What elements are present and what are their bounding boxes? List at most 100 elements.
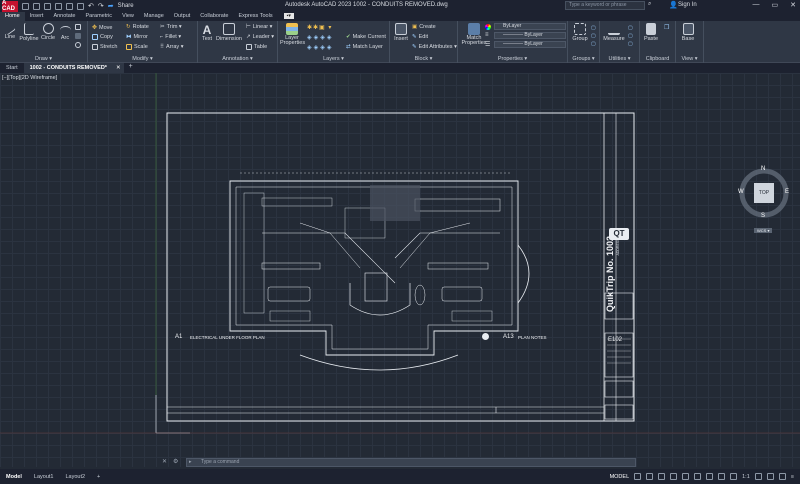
tab-insert[interactable]: Insert	[25, 12, 49, 21]
layout-tab-model[interactable]: Model	[0, 474, 28, 480]
cloud-icon[interactable]	[66, 2, 73, 10]
layer-state-icons[interactable]: ✱✱▣ ▾	[307, 24, 332, 31]
fillet-tool[interactable]: ⌐ Fillet ▾	[160, 34, 181, 40]
lineweight-toggle-icon[interactable]	[706, 473, 714, 480]
maximize-icon[interactable]: ▭	[772, 1, 779, 9]
tab-start[interactable]: Start	[0, 63, 24, 73]
redo-icon[interactable]: ↷	[98, 2, 104, 10]
rotate-tool[interactable]: ↻ Rotate	[126, 24, 149, 30]
selection-cycling-icon[interactable]	[718, 473, 726, 480]
draw-panel-title[interactable]: Draw ▾	[0, 56, 87, 62]
autocad-logo[interactable]: A CAD	[2, 0, 18, 12]
linetype-select[interactable]: ———— ByLayer	[494, 32, 566, 39]
ribbon-toggle-icon[interactable]: ▪▾	[283, 13, 294, 19]
plot-icon[interactable]	[77, 2, 84, 10]
model-space-toggle[interactable]: MODEL	[610, 474, 630, 480]
copy-clip-icon[interactable]: ❐	[664, 24, 669, 31]
sign-in-button[interactable]: Sign In	[678, 2, 697, 8]
open-icon[interactable]	[33, 2, 40, 10]
wcs-menu[interactable]: WCS ▾	[754, 228, 773, 233]
tab-output[interactable]: Output	[169, 12, 196, 21]
tab-view[interactable]: View	[117, 12, 139, 21]
color-wheel-icon[interactable]	[485, 24, 491, 30]
layer-tools-icons-row1[interactable]: ◈◈◈◈	[307, 34, 333, 41]
groups-panel-title[interactable]: Groups ▾	[568, 56, 599, 62]
base-tool[interactable]: Base	[678, 23, 698, 42]
polar-toggle-icon[interactable]	[670, 473, 678, 480]
tab-collaborate[interactable]: Collaborate	[195, 12, 233, 21]
text-tool[interactable]: A Text	[201, 23, 213, 42]
lineweight-icon[interactable]: ☰	[485, 41, 490, 48]
annotation-visibility-icon[interactable]	[730, 473, 738, 480]
isolate-objects-icon[interactable]	[766, 473, 774, 480]
hatch-icon[interactable]	[75, 33, 81, 39]
customize-menu-icon[interactable]: ≡	[791, 474, 794, 480]
workspace-gear-icon[interactable]	[754, 473, 762, 480]
trim-tool[interactable]: ✂ Trim ▾	[160, 24, 182, 30]
viewcube-top-face[interactable]: TOP	[754, 183, 774, 203]
layout-tab-layout1[interactable]: Layout1	[28, 474, 60, 480]
add-layout-icon[interactable]: +	[91, 474, 106, 480]
drawing-viewport[interactable]: [−][Top][2D Wireframe] QuikTrip No. 1002…	[0, 73, 800, 467]
annotation-panel-title[interactable]: Annotation ▾	[198, 56, 277, 62]
view-panel-title[interactable]: View ▾	[676, 56, 703, 62]
layer-tools-icons-row2[interactable]: ◈◈◈◈	[307, 44, 333, 51]
modify-panel-title[interactable]: Modify ▾	[88, 56, 197, 62]
scale-tool[interactable]: Scale	[126, 44, 148, 50]
ortho-toggle-icon[interactable]	[658, 473, 666, 480]
group-tool[interactable]: Group	[570, 23, 590, 42]
compass-north[interactable]: N	[761, 166, 765, 172]
new-tab-icon[interactable]: +	[124, 63, 138, 73]
grid-toggle-icon[interactable]	[634, 473, 642, 480]
linear-tool[interactable]: ⊢ Linear ▾	[246, 24, 272, 30]
fullscreen-icon[interactable]	[778, 473, 786, 480]
user-icon[interactable]: 👤	[669, 1, 678, 9]
group-tools-icons[interactable]: ▢ ▢ ▢	[591, 24, 596, 48]
otrack-toggle-icon[interactable]	[694, 473, 702, 480]
layout-tab-layout2[interactable]: Layout2	[59, 474, 91, 480]
tab-home[interactable]: Home	[0, 12, 25, 21]
polyline-tool[interactable]: Polyline	[18, 23, 40, 42]
dimension-tool[interactable]: Dimension	[216, 23, 242, 42]
compass-south[interactable]: S	[761, 213, 765, 219]
command-close-icon[interactable]: ✕	[162, 458, 167, 465]
tab-annotate[interactable]: Annotate	[48, 12, 80, 21]
new-icon[interactable]	[22, 2, 29, 10]
share-label[interactable]: Share	[118, 3, 134, 9]
ellipse-icon[interactable]	[75, 42, 81, 48]
leader-tool[interactable]: ↗ Leader ▾	[246, 34, 274, 40]
match-layer-tool[interactable]: ⇄ Match Layer	[346, 44, 383, 50]
layer-properties-tool[interactable]: Layer Properties	[280, 23, 305, 46]
search-icon[interactable]: ⌕	[648, 1, 651, 8]
clipboard-panel-title[interactable]: Clipboard	[640, 56, 675, 62]
rectangle-icon[interactable]	[75, 24, 81, 30]
edit-attributes-tool[interactable]: ✎ Edit Attributes ▾	[412, 44, 457, 50]
tab-parametric[interactable]: Parametric	[80, 12, 117, 21]
linetype-icon[interactable]: ≡	[485, 32, 489, 38]
osnap-toggle-icon[interactable]	[682, 473, 690, 480]
utilities-panel-title[interactable]: Utilities ▾	[600, 56, 639, 62]
edit-block-tool[interactable]: ✎ Edit	[412, 34, 428, 40]
copy-tool[interactable]: Copy	[92, 34, 113, 40]
tab-express-tools[interactable]: Express Tools	[233, 12, 277, 21]
paste-tool[interactable]: Paste	[642, 23, 660, 42]
circle-tool[interactable]: Circle	[40, 23, 56, 41]
navigation-cube[interactable]: TOP N S W E WCS ▾	[736, 166, 792, 233]
line-tool[interactable]: Line	[2, 23, 18, 40]
snap-toggle-icon[interactable]	[646, 473, 654, 480]
lineweight-select[interactable]: ———— ByLayer	[494, 41, 566, 48]
stretch-tool[interactable]: Stretch	[92, 44, 117, 50]
undo-icon[interactable]: ↶	[88, 2, 94, 10]
utility-tools-icons[interactable]: ▢ ▢ ▢	[628, 24, 633, 48]
color-select[interactable]: ByLayer	[494, 23, 566, 30]
move-tool[interactable]: ✥ Move	[92, 24, 112, 32]
array-tool[interactable]: ⠿ Array ▾	[160, 44, 183, 50]
arc-tool[interactable]: Arc	[58, 23, 72, 41]
tab-manage[interactable]: Manage	[139, 12, 169, 21]
command-input[interactable]: Type a command	[186, 458, 636, 467]
save-icon[interactable]	[44, 2, 51, 10]
tab-close-icon[interactable]: ✕	[112, 63, 124, 73]
mirror-tool[interactable]: ⧓ Mirror	[126, 34, 148, 40]
make-current-tool[interactable]: ✔ Make Current	[346, 34, 386, 40]
block-panel-title[interactable]: Block ▾	[390, 56, 457, 62]
